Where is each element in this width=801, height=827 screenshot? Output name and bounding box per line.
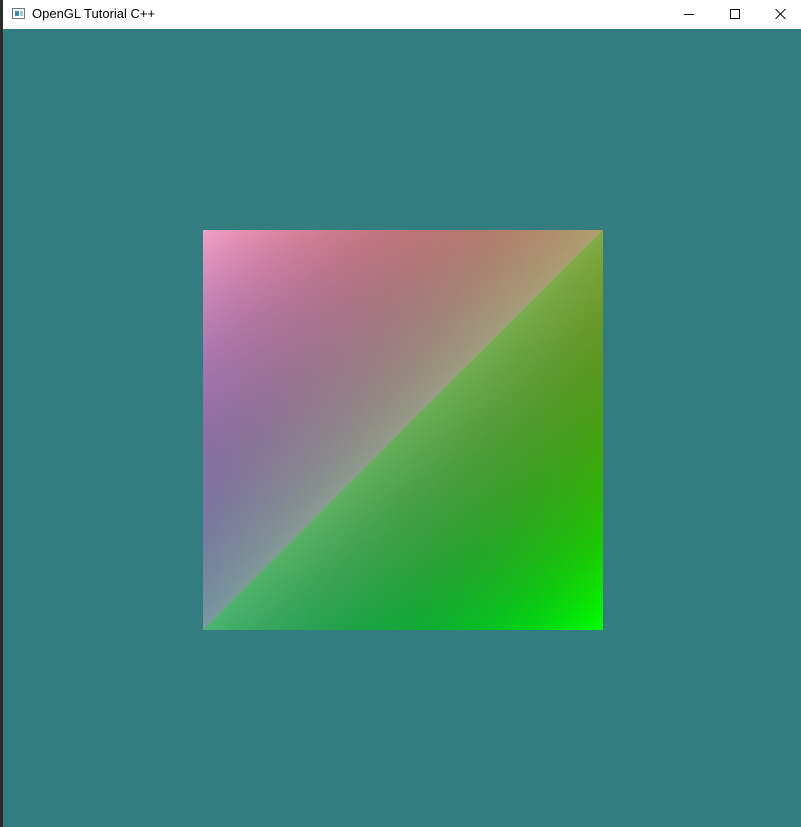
gradient-quad — [203, 230, 603, 630]
minimize-button[interactable] — [666, 0, 712, 29]
window-title: OpenGL Tutorial C++ — [32, 6, 156, 21]
app-icon — [12, 8, 25, 19]
quad-svg — [203, 230, 603, 630]
app-window: OpenGL Tutorial C++ — [0, 0, 801, 827]
close-icon — [775, 8, 787, 20]
close-button[interactable] — [758, 0, 801, 29]
maximize-icon — [730, 9, 740, 19]
opengl-viewport[interactable] — [3, 29, 801, 827]
minimize-icon — [684, 14, 694, 15]
maximize-button[interactable] — [712, 0, 758, 29]
quad-diagonal-highlight — [203, 230, 603, 630]
title-bar[interactable]: OpenGL Tutorial C++ — [3, 0, 801, 29]
